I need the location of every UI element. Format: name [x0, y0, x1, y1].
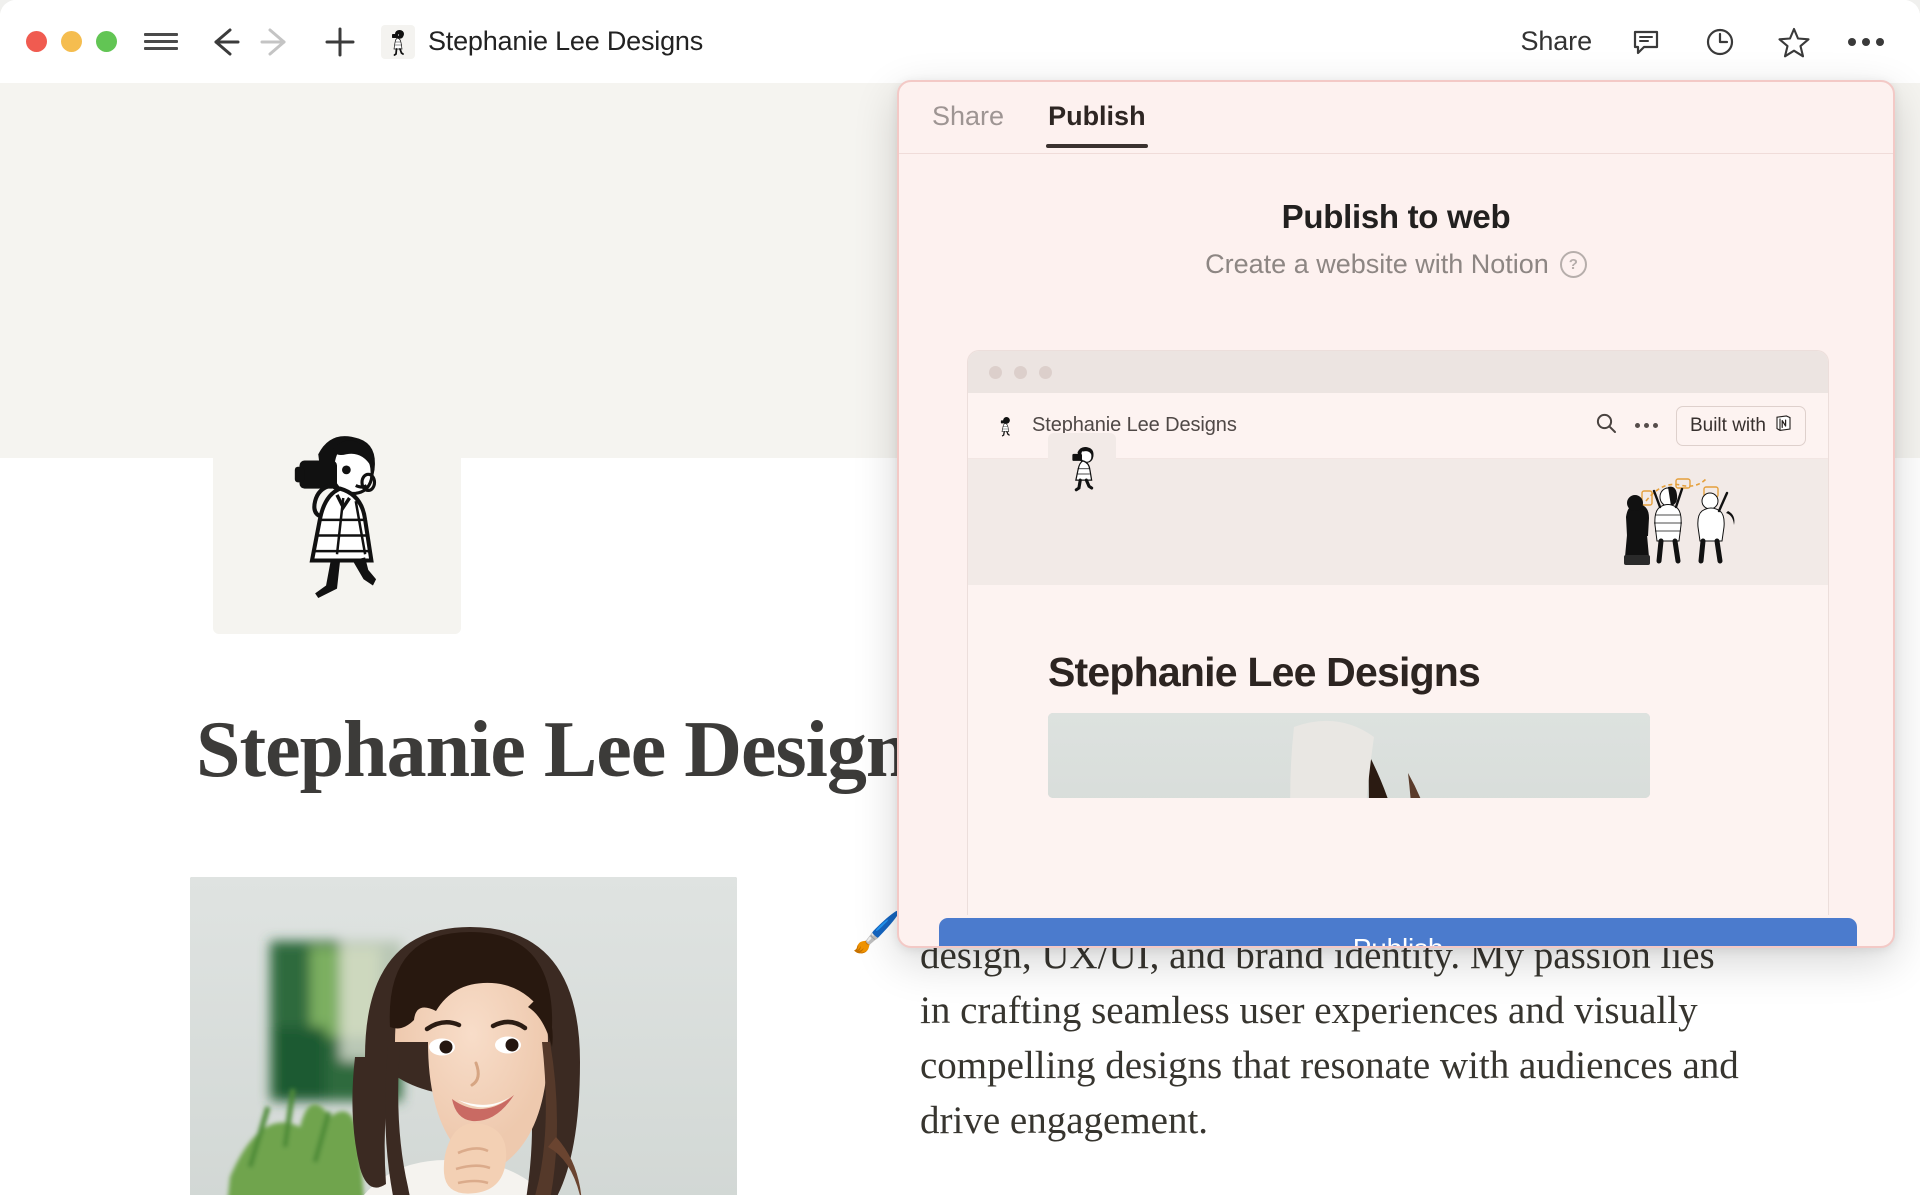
plus-icon[interactable] — [317, 22, 363, 62]
publish-button[interactable]: Publish — [939, 918, 1857, 946]
preview-header-actions: Built with — [1595, 405, 1806, 446]
clock-history-icon[interactable] — [1700, 22, 1740, 62]
bio-line: in crafting seamless user experiences an… — [920, 989, 1698, 1032]
page-title[interactable]: Stephanie Lee Designs — [196, 705, 940, 796]
toolbar-actions: Share — [1520, 22, 1894, 62]
preview-close-dot — [989, 365, 1002, 379]
more-horizontal-icon[interactable] — [1634, 423, 1658, 428]
preview-page-body: Stephanie Lee Designs — [968, 585, 1828, 915]
preview-page-icon — [1048, 433, 1116, 501]
publish-subheading-row: Create a website with Notion ? — [899, 249, 1893, 280]
page-breadcrumb[interactable]: Stephanie Lee Designs — [381, 24, 704, 59]
portrait-photo[interactable] — [190, 877, 737, 1195]
preview-maximize-dot — [1039, 365, 1052, 379]
preview-minimize-dot — [1014, 365, 1027, 379]
publish-heading: Publish to web — [1281, 198, 1511, 235]
maximize-window-button[interactable] — [96, 31, 117, 52]
search-icon[interactable] — [1595, 412, 1617, 439]
bio-line: compelling designs that resonate with au… — [920, 1044, 1739, 1087]
built-with-notion-badge[interactable]: Built with — [1675, 405, 1806, 446]
more-horizontal-icon[interactable] — [1848, 37, 1884, 46]
built-with-label: Built with — [1689, 414, 1766, 436]
preview-portrait-photo — [1048, 713, 1650, 798]
site-preview: Stephanie Lee Designs Built with Stephan… — [967, 350, 1829, 915]
tab-share[interactable]: Share — [930, 87, 1006, 148]
notion-logo-icon — [1775, 414, 1792, 438]
arrow-left-icon[interactable] — [201, 22, 247, 62]
publish-subheading: Create a website with Notion — [1205, 249, 1549, 279]
photographer-illustration-icon — [992, 413, 1018, 439]
traffic-light-buttons — [26, 31, 117, 52]
comment-icon[interactable] — [1626, 22, 1666, 62]
publish-heading-group: Publish to web Create a website with Not… — [899, 198, 1893, 280]
close-window-button[interactable] — [26, 31, 47, 52]
page-title-breadcrumb: Stephanie Lee Designs — [428, 26, 704, 56]
preview-browser-chrome — [968, 351, 1828, 393]
arrow-right-icon[interactable] — [253, 22, 299, 62]
photographer-illustration-icon — [381, 24, 415, 59]
preview-page-title: Stephanie Lee Designs — [1048, 649, 1481, 695]
popup-tab-bar: Share Publish — [899, 82, 1893, 154]
question-circle-icon[interactable]: ? — [1559, 251, 1587, 278]
minimize-window-button[interactable] — [61, 31, 82, 52]
hamburger-menu-icon[interactable] — [141, 24, 181, 60]
star-icon[interactable] — [1774, 22, 1814, 62]
share-button[interactable]: Share — [1520, 26, 1592, 57]
people-celebrating-illustration — [1618, 467, 1748, 582]
bio-line: drive engagement. — [920, 1099, 1209, 1142]
title-bar: Stephanie Lee Designs Share — [0, 0, 1920, 83]
tab-publish[interactable]: Publish — [1046, 87, 1148, 148]
publish-popup: Share Publish Publish to web Create a we… — [897, 80, 1895, 948]
app-window: Stephanie Lee Designs Share Stephanie Le… — [0, 0, 1920, 1195]
paintbrush-emoji: 🖌️ — [852, 911, 902, 955]
page-icon[interactable] — [213, 386, 461, 634]
